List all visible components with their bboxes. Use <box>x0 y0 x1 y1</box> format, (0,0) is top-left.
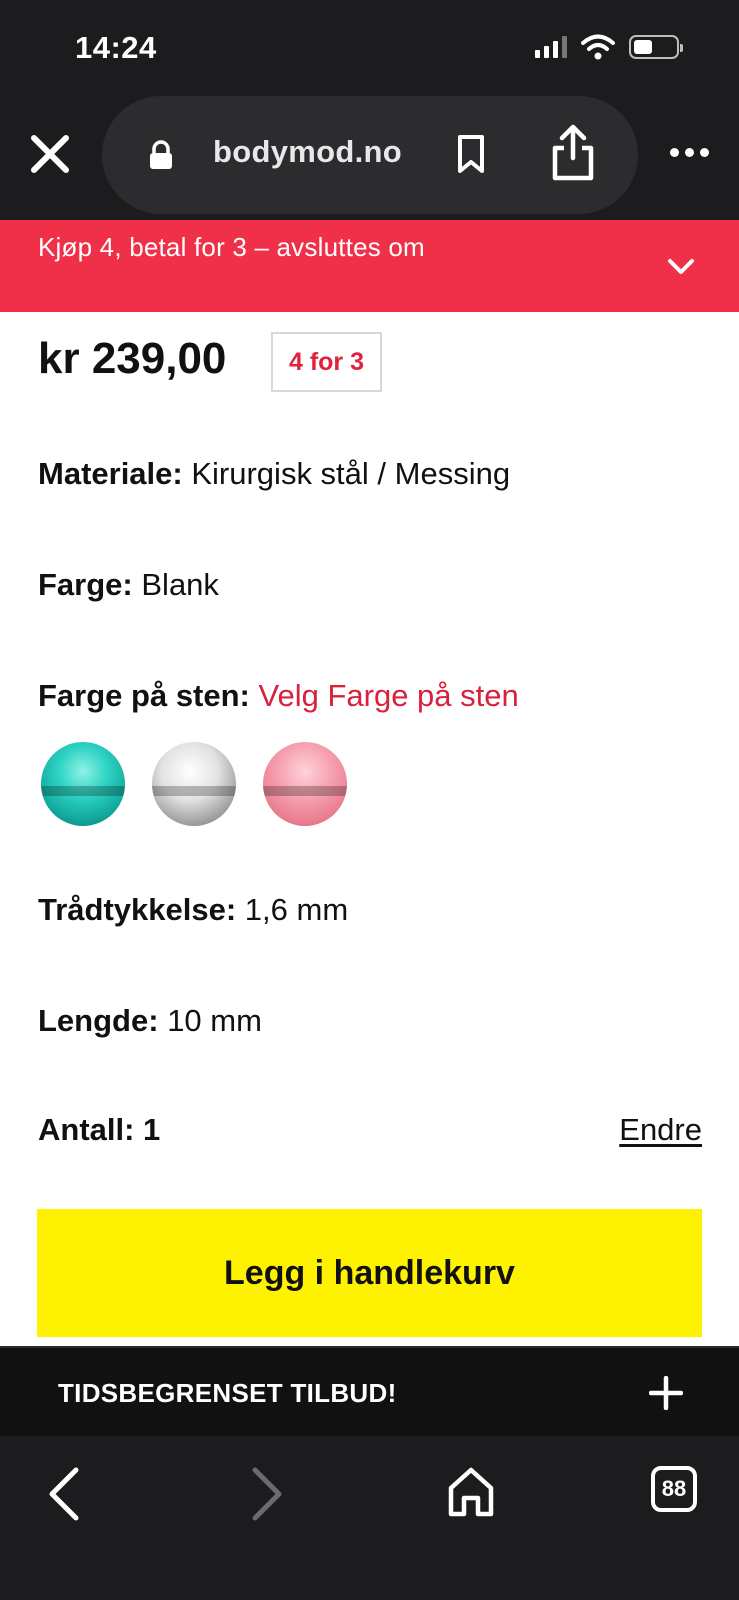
share-icon[interactable] <box>550 124 596 182</box>
status-bar: 14:24 <box>0 0 739 96</box>
stone-color-row: Farge på sten: Velg Farge på sten <box>38 678 519 714</box>
color-value: Blank <box>141 567 219 602</box>
close-icon[interactable] <box>28 132 72 176</box>
color-row: Farge: Blank <box>38 567 219 603</box>
bookmark-icon[interactable] <box>456 134 486 174</box>
wifi-icon <box>581 34 615 60</box>
stone-swatch-clear[interactable] <box>152 742 236 826</box>
status-icons <box>535 34 683 60</box>
back-icon[interactable] <box>44 1466 84 1522</box>
material-row: Materiale: Kirurgisk stål / Messing <box>38 456 510 492</box>
stone-color-prompt: Velg Farge på sten <box>258 678 519 713</box>
stone-swatch-teal[interactable] <box>41 742 125 826</box>
product-price: kr 239,00 <box>38 334 227 383</box>
forward-icon[interactable] <box>247 1466 287 1522</box>
browser-toolbar: 88 <box>0 1436 739 1600</box>
thickness-row: Trådtykkelse: 1,6 mm <box>38 892 348 928</box>
material-value: Kirurgisk stål / Messing <box>191 456 511 491</box>
cellular-signal-icon <box>535 36 567 58</box>
home-icon[interactable] <box>446 1466 496 1518</box>
color-label: Farge: <box>38 567 133 602</box>
battery-icon <box>629 35 683 59</box>
promo-text: Kjøp 4, betal for 3 – avsluttes om <box>38 232 425 262</box>
length-label: Lengde: <box>38 1003 159 1038</box>
thickness-value: 1,6 mm <box>244 892 349 927</box>
offer-badge: 4 for 3 <box>271 332 382 392</box>
add-to-cart-button[interactable]: Legg i handlekurv <box>37 1209 702 1337</box>
change-quantity-link[interactable]: Endre <box>619 1112 702 1148</box>
quantity-label: Antall: 1 <box>38 1112 161 1147</box>
limited-offer-bar[interactable]: TIDSBEGRENSET TILBUD! <box>0 1346 739 1436</box>
stone-swatch-pink[interactable] <box>263 742 347 826</box>
address-bar[interactable]: bodymod.no <box>102 96 638 214</box>
status-time: 14:24 <box>75 30 157 65</box>
more-options-icon[interactable] <box>670 148 709 157</box>
url-text: bodymod.no <box>213 134 402 169</box>
promo-banner[interactable]: Kjøp 4, betal for 3 – avsluttes om <box>0 220 739 312</box>
quantity-row: Antall: 1 Endre <box>38 1112 702 1152</box>
tabs-count-button[interactable]: 88 <box>651 1466 697 1512</box>
thickness-label: Trådtykkelse: <box>38 892 237 927</box>
limited-offer-text: TIDSBEGRENSET TILBUD! <box>58 1378 397 1408</box>
lock-icon <box>150 140 172 169</box>
material-label: Materiale: <box>38 456 183 491</box>
browser-header: bodymod.no <box>0 96 739 220</box>
length-row: Lengde: 10 mm <box>38 1003 262 1039</box>
chevron-down-icon[interactable] <box>667 258 695 276</box>
plus-icon[interactable] <box>649 1376 683 1410</box>
length-value: 10 mm <box>167 1003 262 1038</box>
stone-color-label: Farge på sten: <box>38 678 250 713</box>
